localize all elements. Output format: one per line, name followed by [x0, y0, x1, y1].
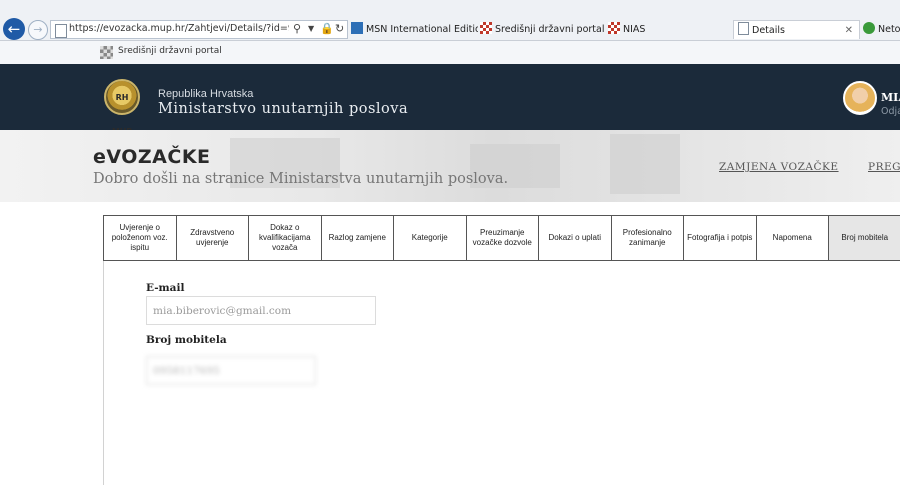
org-ministry: Ministarstvo unutarnjih poslova [158, 101, 409, 117]
page-icon [55, 24, 67, 38]
page-icon [738, 22, 749, 35]
tab-kategorije[interactable]: Kategorije [394, 216, 467, 260]
favorite-link[interactable]: Središnji državni portal [118, 46, 222, 56]
leaf-icon [863, 22, 875, 34]
lock-icon: 🔒 [320, 22, 334, 35]
welcome-text: Dobro došli na stranice Ministarstva unu… [93, 171, 509, 187]
tab-fotografija[interactable]: Fotografija i potpis [684, 216, 757, 260]
tab-details[interactable]: Details ✕ [733, 20, 860, 39]
user-department: Odja [881, 106, 900, 117]
search-icon[interactable]: ⚲ [293, 22, 301, 35]
tab-dokazi-uplati[interactable]: Dokazi o uplati [539, 216, 612, 260]
nav-pregled[interactable]: PREGI [868, 161, 900, 173]
tab-kvalifikacije[interactable]: Dokaz o kvalifikacijama vozača [249, 216, 322, 260]
tab-razlog-zamjene[interactable]: Razlog zamjene [322, 216, 394, 260]
nav-zamjena-vozacke[interactable]: ZAMJENA VOZAČKE [719, 161, 839, 173]
portal-icon [100, 46, 113, 59]
tab-nias[interactable]: NIAS [608, 20, 728, 39]
dropdown-icon[interactable]: ▼ [308, 24, 314, 33]
email-label: E-mail [146, 282, 185, 294]
close-icon[interactable]: ✕ [845, 21, 853, 39]
tab-broj-mobitela[interactable]: Broj mobitela [829, 216, 900, 260]
phone-label: Broj mobitela [146, 334, 227, 346]
tab-label: Netok [878, 24, 900, 35]
user-avatar[interactable] [843, 81, 877, 115]
form-panel: E-mail Broj mobitela [103, 261, 900, 485]
favorites-bar: Središnji državni portal [0, 41, 900, 65]
checker-icon [608, 22, 620, 34]
crest-logo[interactable]: RH MUP [104, 79, 140, 136]
user-name[interactable]: MIA [881, 91, 900, 104]
banner: eVOZAČKE Dobro došli na stranice Minista… [0, 130, 900, 202]
step-tabs: Uvjerenje o položenom voz. ispitu Zdravs… [103, 215, 900, 261]
back-arrow-icon[interactable]: ← [3, 18, 25, 40]
tab-label: MSN International Edition -... [366, 24, 478, 35]
tab-msn[interactable]: MSN International Edition -... [351, 20, 478, 39]
tab-preuzimanje[interactable]: Preuzimanje vozačke dozvole [467, 216, 539, 260]
tab-zdravstveno[interactable]: Zdravstveno uvjerenje [177, 216, 249, 260]
tab-label: Details [752, 25, 785, 36]
tab-label: NIAS [623, 24, 646, 35]
tab-netok[interactable]: Netok [863, 20, 900, 39]
forward-arrow-icon[interactable]: → [28, 20, 48, 40]
refresh-icon[interactable]: ↻ [335, 22, 344, 35]
phone-field[interactable] [146, 356, 316, 385]
msn-icon [351, 22, 363, 34]
address-bar[interactable]: https://evozacka.mup.hr/Zahtjevi/Details… [50, 20, 348, 39]
tab-uvjerenje-ispit[interactable]: Uvjerenje o položenom voz. ispitu [104, 216, 177, 260]
org-country: Republika Hrvatska [158, 88, 254, 100]
checker-icon [480, 22, 492, 34]
banner-photo [610, 134, 680, 194]
browser-chrome: ← → https://evozacka.mup.hr/Zahtjevi/Det… [0, 0, 900, 41]
site-header: RH MUP Republika Hrvatska Ministarstvo u… [0, 64, 900, 136]
tab-portal[interactable]: Središnji državni portal - V... [480, 20, 606, 39]
address-url[interactable]: https://evozacka.mup.hr/Zahtjevi/Details… [69, 23, 289, 34]
app-title: eVOZAČKE [93, 146, 211, 168]
tab-label: Središnji državni portal - V... [495, 24, 606, 35]
email-field[interactable] [146, 296, 376, 325]
tab-zanimanje[interactable]: Profesionalno zanimanje [612, 216, 684, 260]
tab-napomena[interactable]: Napomena [757, 216, 829, 260]
